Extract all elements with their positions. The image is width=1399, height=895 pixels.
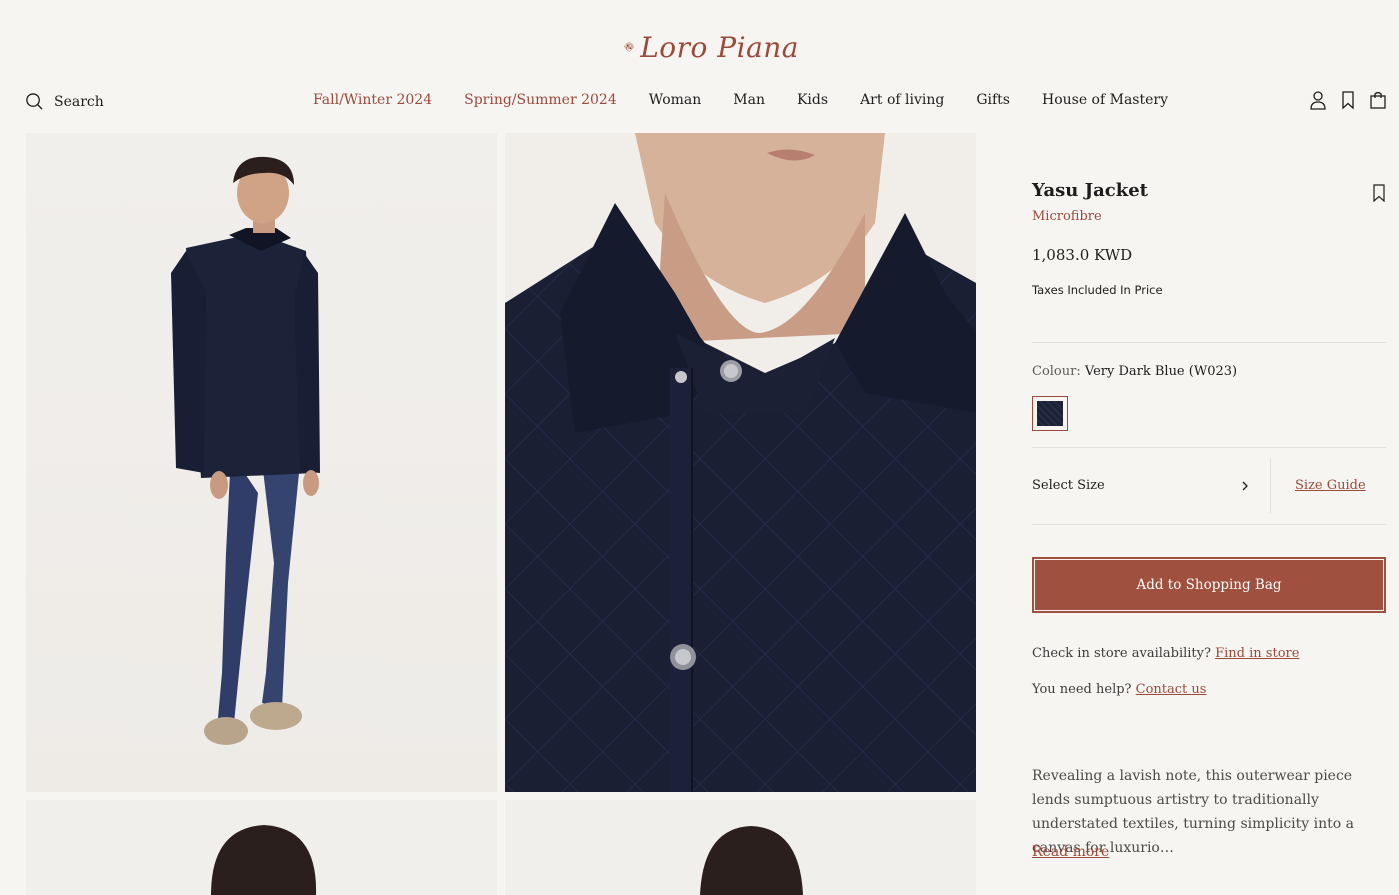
header-actions bbox=[1309, 90, 1387, 110]
crest-icon bbox=[624, 41, 634, 52]
find-in-store-link[interactable]: Find in store bbox=[1215, 646, 1299, 661]
contact-us-link[interactable]: Contact us bbox=[1136, 682, 1207, 697]
size-guide-link[interactable]: Size Guide bbox=[1295, 478, 1366, 493]
search-button[interactable]: Search bbox=[25, 92, 104, 111]
account-icon[interactable] bbox=[1309, 90, 1327, 110]
product-image-collar-detail[interactable] bbox=[505, 133, 976, 792]
product-image-back-portrait[interactable] bbox=[505, 800, 976, 895]
search-icon bbox=[26, 93, 43, 110]
colour-label: Colour: bbox=[1032, 364, 1081, 379]
product-image-front-portrait[interactable] bbox=[26, 800, 497, 895]
nav-woman[interactable]: Woman bbox=[649, 92, 702, 108]
nav-gifts[interactable]: Gifts bbox=[976, 92, 1010, 108]
nav-man[interactable]: Man bbox=[733, 92, 765, 108]
help-line: You need help? Contact us bbox=[1032, 682, 1206, 697]
wishlist-icon[interactable] bbox=[1339, 90, 1357, 110]
nav-house-of-mastery[interactable]: House of Mastery bbox=[1042, 92, 1168, 108]
chevron-right-icon[interactable] bbox=[1240, 480, 1250, 495]
nav-spring-summer-2024[interactable]: Spring/Summer 2024 bbox=[464, 92, 617, 108]
store-prompt: Check in store availability? bbox=[1032, 646, 1211, 661]
brand-wordmark: Loro Piana bbox=[640, 30, 799, 64]
bookmark-icon[interactable] bbox=[1372, 184, 1386, 203]
colour-value: Very Dark Blue (W023) bbox=[1084, 364, 1238, 379]
brand-logo[interactable]: Loro Piana bbox=[624, 26, 799, 68]
nav-kids[interactable]: Kids bbox=[797, 92, 828, 108]
main-nav: Fall/Winter 2024 Spring/Summer 2024 Woma… bbox=[313, 92, 1200, 108]
store-availability: Check in store availability? Find in sto… bbox=[1032, 646, 1299, 661]
colour-swatch-very-dark-blue[interactable] bbox=[1032, 396, 1068, 431]
vertical-divider bbox=[1270, 458, 1271, 513]
product-image-full-body[interactable] bbox=[26, 133, 497, 792]
product-title: Yasu Jacket bbox=[1032, 180, 1148, 201]
nav-fall-winter-2024[interactable]: Fall/Winter 2024 bbox=[313, 92, 432, 108]
tax-note: Taxes Included In Price bbox=[1032, 283, 1163, 297]
search-label: Search bbox=[54, 93, 104, 110]
select-size-button[interactable]: Select Size bbox=[1032, 478, 1105, 493]
colour-info: Colour: Very Dark Blue (W023) bbox=[1032, 364, 1237, 379]
help-prompt: You need help? bbox=[1032, 682, 1132, 697]
size-row: Select Size Size Guide bbox=[1032, 448, 1386, 524]
product-material: Microfibre bbox=[1032, 209, 1102, 224]
nav-art-of-living[interactable]: Art of living bbox=[860, 92, 944, 108]
divider bbox=[1032, 342, 1386, 343]
divider bbox=[1032, 524, 1386, 525]
site-header: Loro Piana Search Fall/Winter 2024 Sprin… bbox=[0, 0, 1399, 133]
product-price: 1,083.0 KWD bbox=[1032, 246, 1133, 264]
shopping-bag-icon[interactable] bbox=[1369, 90, 1387, 110]
read-more-link[interactable]: Read more bbox=[1032, 844, 1109, 860]
add-to-bag-button[interactable]: Add to Shopping Bag bbox=[1032, 557, 1386, 613]
